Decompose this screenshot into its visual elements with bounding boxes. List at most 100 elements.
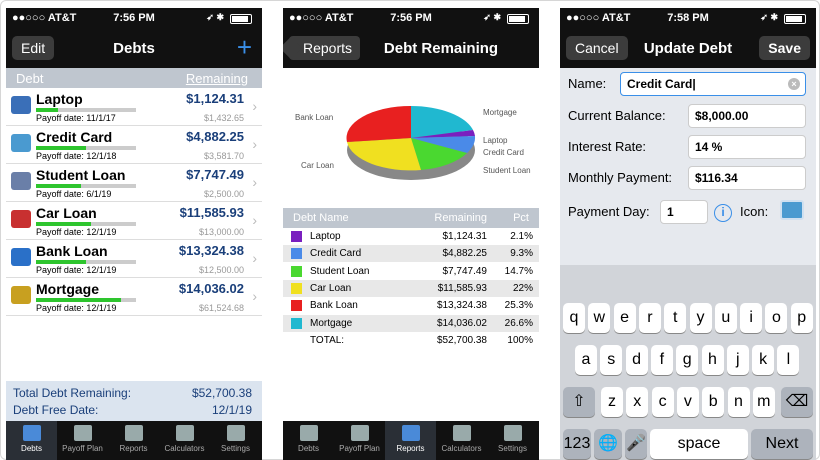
key-h[interactable]: h bbox=[701, 345, 724, 375]
status-bar: ●●○○○ AT&T 7:56 PM ➶ ✱ bbox=[6, 8, 262, 28]
key-o[interactable]: o bbox=[765, 303, 788, 333]
tab-debts[interactable]: Debts bbox=[6, 421, 57, 460]
column-debt: Debt bbox=[16, 71, 44, 86]
key-a[interactable]: a bbox=[575, 345, 597, 375]
progress-bar bbox=[36, 184, 136, 188]
delete-key[interactable]: ⌫ bbox=[781, 387, 813, 417]
space-key[interactable]: space bbox=[650, 429, 748, 459]
key-k[interactable]: k bbox=[752, 345, 775, 375]
key-l[interactable]: l bbox=[777, 345, 800, 375]
debt-amount: $11,585.93 bbox=[179, 205, 244, 220]
key-g[interactable]: g bbox=[676, 345, 699, 375]
credit-card-icon[interactable] bbox=[780, 200, 804, 220]
name-field[interactable]: Credit Card| × bbox=[620, 72, 806, 96]
clear-icon[interactable]: × bbox=[788, 78, 800, 90]
key-p[interactable]: p bbox=[790, 303, 813, 333]
key-t[interactable]: t bbox=[664, 303, 687, 333]
payoff-date: Payoff date: 12/1/18 bbox=[36, 151, 117, 161]
calculator-icon bbox=[452, 425, 471, 441]
key-u[interactable]: u bbox=[714, 303, 737, 333]
original-amount: $12,500.00 bbox=[198, 265, 244, 275]
tab-label: Settings bbox=[221, 444, 250, 453]
tab-label: Payoff Plan bbox=[339, 444, 380, 453]
battery-icon bbox=[507, 14, 529, 24]
progress-bar bbox=[36, 146, 136, 150]
key-f[interactable]: f bbox=[650, 345, 673, 375]
chevron-right-icon: › bbox=[252, 250, 257, 266]
debt-row[interactable]: Student Loan $7,747.49 Payoff date: 6/1/19… bbox=[6, 164, 262, 202]
tab-calculators[interactable]: Calculators bbox=[436, 421, 487, 460]
payment-day-field[interactable]: 1 bbox=[660, 200, 708, 224]
tab-reports[interactable]: Reports bbox=[108, 421, 159, 460]
key-m[interactable]: m bbox=[752, 387, 775, 417]
payoff-date: Payoff date: 6/1/19 bbox=[36, 189, 112, 199]
shift-key[interactable]: ⇧ bbox=[563, 387, 595, 417]
chevron-right-icon: › bbox=[252, 136, 257, 152]
key-s[interactable]: s bbox=[600, 345, 623, 375]
inbox-icon bbox=[22, 425, 41, 441]
debt-amount: $1,124.31 bbox=[186, 91, 244, 106]
debt-row[interactable]: Mortgage $14,036.02 Payoff date: 12/1/19 $6… bbox=[6, 278, 262, 316]
key-y[interactable]: y bbox=[689, 303, 712, 333]
key-w[interactable]: w bbox=[588, 303, 611, 333]
debt-row[interactable]: Credit Card $4,882.25 Payoff date: 12/1/18… bbox=[6, 126, 262, 164]
save-button[interactable]: Save bbox=[759, 36, 810, 60]
mic-key[interactable]: 🎤 bbox=[625, 429, 647, 459]
debt-amount: $4,882.25 bbox=[186, 129, 244, 144]
rate-field[interactable]: 14 % bbox=[688, 135, 806, 159]
column-debt-name: Debt Name bbox=[293, 212, 349, 224]
debt-row[interactable]: Car Loan $11,585.93 Payoff date: 12/1/19 $1… bbox=[6, 202, 262, 240]
status-bar: ●●○○○ AT&T 7:56 PM ➶ ✱ bbox=[283, 8, 539, 28]
icon-label: Icon: bbox=[740, 204, 769, 219]
info-icon[interactable]: i bbox=[714, 204, 732, 222]
balance-field[interactable]: $8,000.00 bbox=[688, 104, 806, 128]
payoff-date: Payoff date: 11/1/17 bbox=[36, 113, 116, 123]
key-e[interactable]: e bbox=[613, 303, 636, 333]
progress-fill bbox=[36, 184, 81, 188]
next-key[interactable]: Next bbox=[751, 429, 813, 459]
debt-row[interactable]: Bank Loan $13,324.38 Payoff date: 12/1/19 $… bbox=[6, 240, 262, 278]
slice-bank-loan bbox=[346, 105, 411, 142]
key-j[interactable]: j bbox=[726, 345, 749, 375]
payoff-plan-icon bbox=[73, 425, 92, 441]
tab-settings[interactable]: Settings bbox=[210, 421, 261, 460]
chevron-right-icon: › bbox=[252, 98, 257, 114]
tab-calculators[interactable]: Calculators bbox=[159, 421, 210, 460]
debt-name: Bank Loan bbox=[36, 243, 108, 259]
tab-settings[interactable]: Settings bbox=[487, 421, 538, 460]
key-x[interactable]: x bbox=[626, 387, 649, 417]
debt-amount: $13,324.38 bbox=[178, 243, 244, 258]
pie-label: Credit Card bbox=[483, 148, 524, 157]
add-debt-button[interactable]: + bbox=[237, 32, 252, 63]
tab-reports[interactable]: Reports bbox=[385, 421, 436, 460]
key-q[interactable]: q bbox=[563, 303, 585, 333]
column-remaining-sort[interactable]: Remaining bbox=[186, 71, 248, 86]
credit-card-icon bbox=[11, 134, 31, 152]
report-name: Mortgage bbox=[310, 317, 353, 329]
nav-bar: Cancel Update Debt Save bbox=[560, 28, 816, 68]
key-z[interactable]: z bbox=[601, 387, 623, 417]
key-d[interactable]: d bbox=[625, 345, 648, 375]
debt-free-value: 12/1/19 bbox=[211, 403, 252, 417]
tab-payoff-plan[interactable]: Payoff Plan bbox=[57, 421, 108, 460]
key-n[interactable]: n bbox=[727, 387, 750, 417]
payment-field[interactable]: $116.34 bbox=[688, 166, 806, 190]
key-r[interactable]: r bbox=[638, 303, 661, 333]
gear-icon bbox=[503, 425, 522, 441]
inbox-icon bbox=[299, 425, 318, 441]
key-b[interactable]: b bbox=[702, 387, 725, 417]
tab-debts[interactable]: Debts bbox=[283, 421, 334, 460]
debt-row[interactable]: Laptop $1,124.31 Payoff date: 11/1/17 $1,43… bbox=[6, 88, 262, 126]
key-v[interactable]: v bbox=[676, 387, 699, 417]
original-amount: $1,432.65 bbox=[203, 113, 244, 123]
key-c[interactable]: c bbox=[651, 387, 674, 417]
report-pct: 22% bbox=[512, 282, 533, 294]
numbers-key[interactable]: 123 bbox=[563, 429, 591, 459]
key-i[interactable]: i bbox=[740, 303, 763, 333]
rate-label: Interest Rate: bbox=[568, 139, 647, 154]
totals-panel: Total Debt Remaining: $52,700.38 Debt Fre… bbox=[6, 381, 262, 421]
globe-key[interactable]: 🌐 bbox=[594, 429, 622, 459]
report-row: Bank Loan $13,324.38 25.3% bbox=[283, 297, 539, 314]
tab-payoff-plan[interactable]: Payoff Plan bbox=[334, 421, 385, 460]
pie-label: Car Loan bbox=[301, 161, 334, 170]
